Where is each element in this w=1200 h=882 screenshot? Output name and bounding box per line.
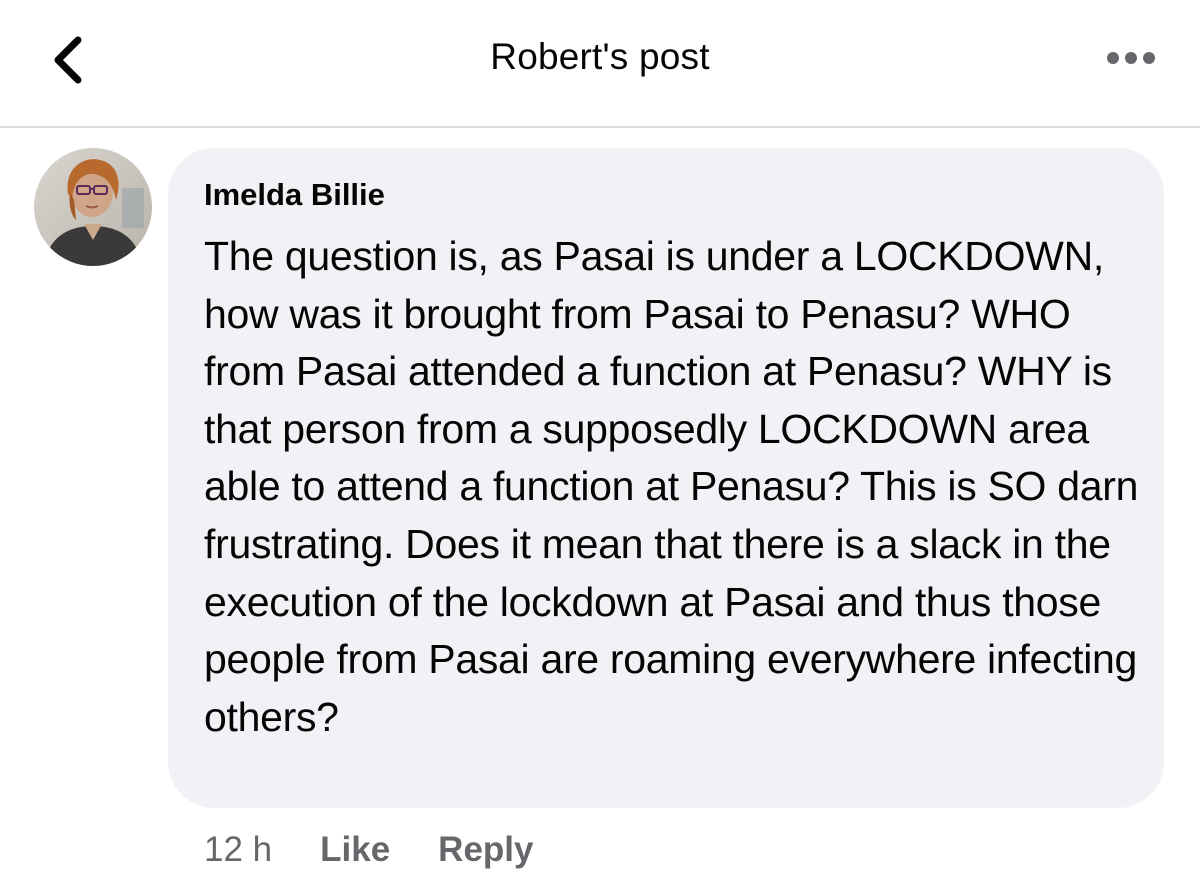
avatar[interactable]: [34, 148, 152, 266]
comment-text: The question is, as Pasai is under a LOC…: [204, 233, 1139, 740]
page-title: Robert's post: [490, 36, 710, 77]
comment-author[interactable]: Imelda Billie: [204, 174, 1134, 216]
comment-bubble: Imelda Billie The question is, as Pasai …: [168, 148, 1164, 808]
like-button[interactable]: Like: [320, 830, 390, 870]
reply-button[interactable]: Reply: [438, 830, 533, 870]
more-horizontal-icon: [1107, 52, 1155, 64]
comment-actions: 12 h Like Reply: [204, 822, 533, 878]
top-bar: Robert's post: [0, 0, 1200, 128]
more-options-button[interactable]: [1100, 42, 1164, 74]
comment-timestamp: 12 h: [204, 830, 273, 869]
